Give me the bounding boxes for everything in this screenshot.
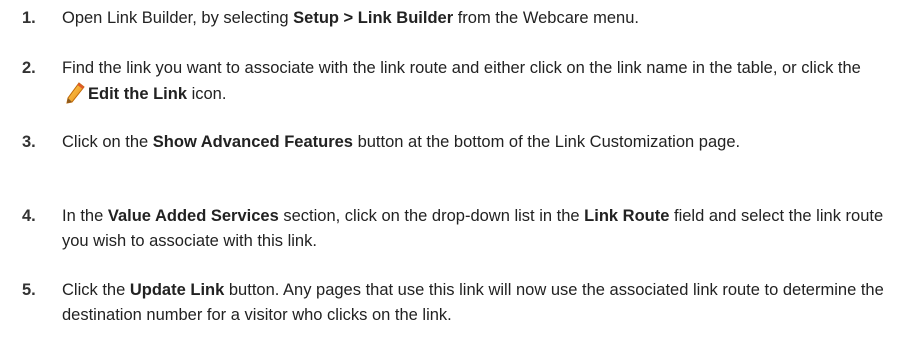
step-number: 2. [22, 59, 36, 77]
step-text: Open Link Builder, by selecting Setup > … [62, 9, 639, 27]
step-text: Click on the Show Advanced Features butt… [62, 133, 741, 151]
step-number: 4. [22, 207, 36, 225]
menu-path: Setup > Link Builder [293, 9, 454, 27]
button-name: Show Advanced Features [152, 133, 353, 151]
edit-pencil-icon [64, 81, 86, 105]
step-text: Click the Update Link button. Any pages … [62, 281, 884, 324]
step-number: 5. [22, 281, 36, 299]
button-name: Update Link [129, 281, 225, 299]
step-number: 3. [22, 133, 36, 151]
step-text: Find the link you want to associate with… [62, 59, 861, 105]
step-text: In the Value Added Services section, cli… [62, 207, 884, 250]
field-name: Link Route [584, 207, 670, 225]
edit-link-label: Edit the Link [88, 85, 187, 103]
section-name: Value Added Services [107, 207, 279, 225]
step-number: 1. [22, 9, 36, 27]
